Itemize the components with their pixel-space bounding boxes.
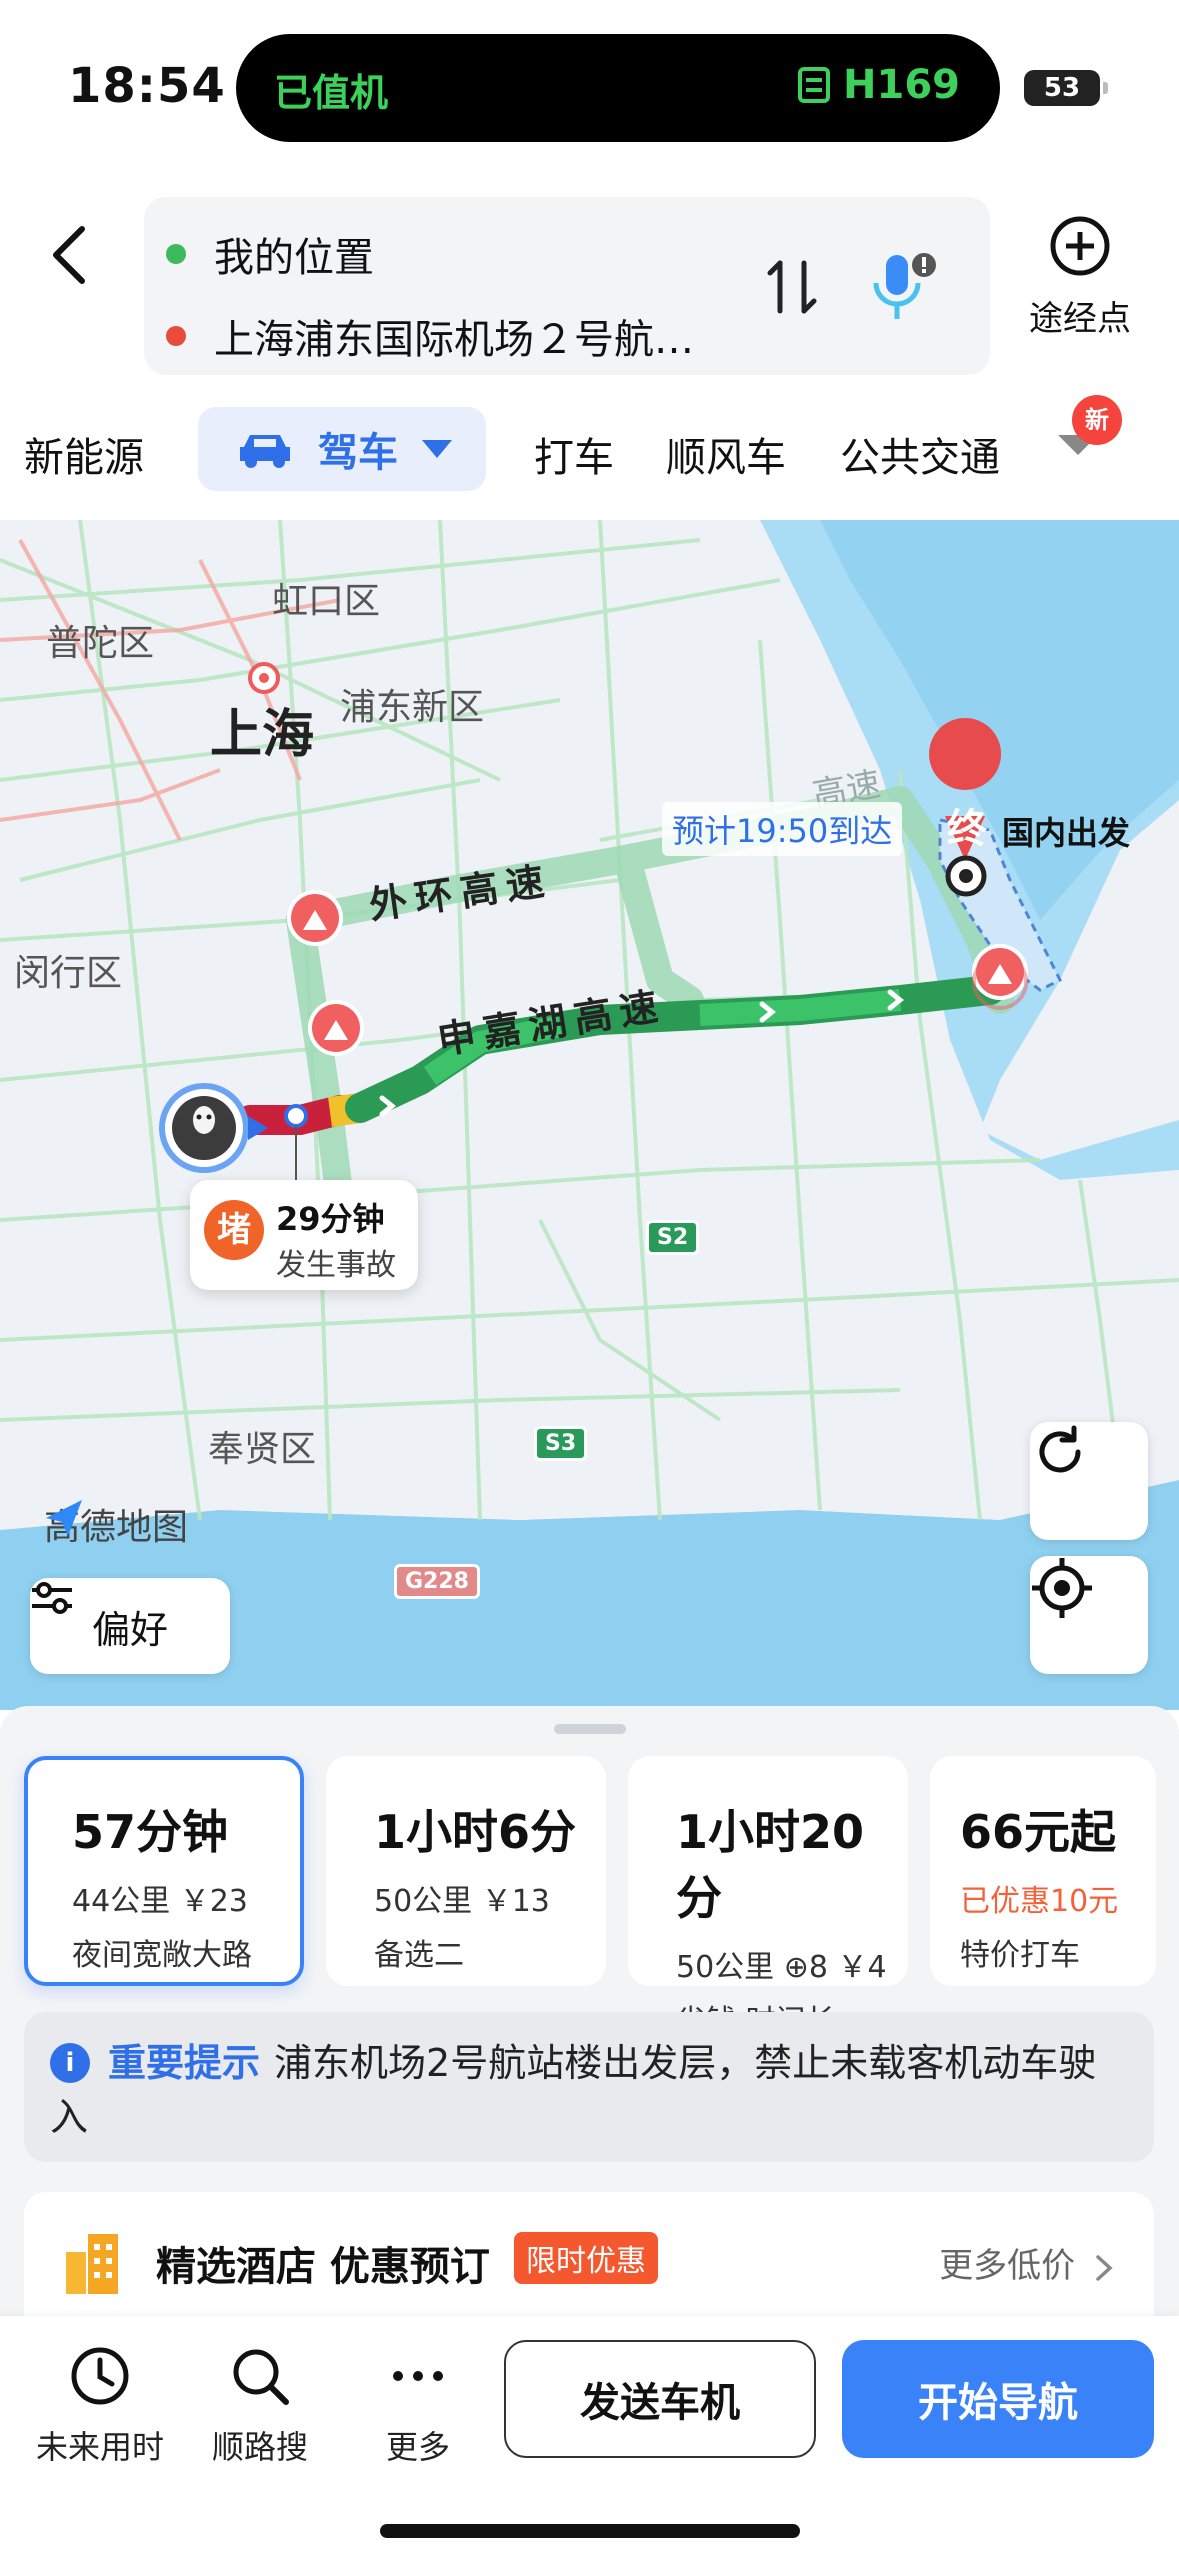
taxi-price: 66元起 xyxy=(960,1805,1117,1859)
district-putuo: 普陀区 xyxy=(46,623,155,664)
district-fengxian: 奉贤区 xyxy=(208,1429,317,1470)
tab-driving[interactable]: 驾车 xyxy=(198,407,486,491)
taxi-tag: 特价打车 xyxy=(960,1938,1080,1973)
district-pudong: 浦东新区 xyxy=(340,687,485,728)
eta-callout: 预计19:50到达 xyxy=(662,802,903,856)
amap-logo: 高德地图 xyxy=(44,1498,188,1550)
destination-marker-text: 终 xyxy=(947,806,987,852)
hotel-more-label: 更多低价 xyxy=(939,2246,1076,2286)
route-1-distance-cost: 44公里 ￥23 xyxy=(72,1884,248,1919)
chevron-down-icon xyxy=(422,440,452,458)
locate-button[interactable] xyxy=(1030,1556,1148,1674)
plus-circle-icon xyxy=(1050,216,1110,276)
preference-button[interactable]: 偏好 xyxy=(30,1578,230,1674)
tab-carpool[interactable]: 顺风车 xyxy=(666,425,786,483)
origin-row[interactable]: 我的位置 xyxy=(166,225,374,283)
future-time-button[interactable]: 未来用时 xyxy=(30,2344,170,2468)
refresh-button[interactable] xyxy=(1030,1422,1148,1540)
preference-label: 偏好 xyxy=(91,1607,168,1652)
taxi-option[interactable]: 66元起 已优惠10元 特价打车 xyxy=(930,1756,1156,1986)
status-bar: 18:54 已值机 H169 53 xyxy=(0,0,1179,175)
future-time-label: 未来用时 xyxy=(35,2428,164,2466)
route-2-distance-cost: 50公里 ￥13 xyxy=(374,1884,550,1919)
clock-icon xyxy=(71,2347,129,2405)
city-shanghai: 上海 xyxy=(210,705,315,765)
highway-shield-s3: S3 xyxy=(534,1426,588,1461)
hotel-building-icon xyxy=(66,2234,118,2294)
status-time: 18:54 xyxy=(68,58,226,114)
along-route-search-label: 顺路搜 xyxy=(211,2428,308,2466)
route-3-distance-cost: 50公里 ⊕8 ￥4 xyxy=(676,1950,887,1985)
car-icon xyxy=(240,435,290,468)
route-option-2[interactable]: 1小时6分 50公里 ￥13 备选二 xyxy=(326,1756,606,1986)
jam-badge: 堵 xyxy=(204,1200,264,1260)
district-hongkou: 虹口区 xyxy=(272,581,381,622)
info-icon: i xyxy=(50,2042,90,2083)
dynamic-island[interactable]: 已值机 H169 xyxy=(236,34,1000,142)
route-option-1[interactable]: 57分钟 44公里 ￥23 夜间宽敞大路 xyxy=(24,1756,304,1986)
more-dots-icon xyxy=(393,2371,443,2381)
start-navigation-button[interactable]: 开始导航 xyxy=(842,2340,1154,2458)
route-1-tag: 夜间宽敞大路 xyxy=(72,1938,252,1973)
notice-title: 重要提示 xyxy=(108,2041,261,2085)
locate-icon xyxy=(1032,1558,1092,1618)
waypoint-label: 途经点 xyxy=(1029,299,1131,339)
highway-shield-s2: S2 xyxy=(646,1220,700,1255)
traffic-incident-card[interactable]: 堵 29分钟 发生事故 xyxy=(190,1180,418,1290)
route-input-box: 我的位置 上海浦东国际机场２号航… xyxy=(144,197,990,375)
voice-mic-icon[interactable] xyxy=(870,249,940,325)
tab-new-energy[interactable]: 新能源 xyxy=(24,425,144,483)
route-3-duration: 1小时20分 xyxy=(676,1805,865,1925)
important-notice[interactable]: i 重要提示 浦东机场2号航站楼出发层，禁止未载客机动车驶入 xyxy=(24,2012,1154,2162)
search-icon xyxy=(233,2349,289,2405)
back-icon[interactable] xyxy=(40,215,100,295)
highway-shield-g228: G228 xyxy=(394,1564,480,1599)
route-2-duration: 1小时6分 xyxy=(374,1805,577,1859)
refresh-icon xyxy=(1039,1425,1081,1473)
origin-text: 我的位置 xyxy=(214,235,374,281)
route-header: 我的位置 上海浦东国际机场２号航… 途经点 xyxy=(0,175,1179,385)
destination-text: 上海浦东国际机场２号航… xyxy=(214,317,694,363)
district-minhang: 闵行区 xyxy=(14,953,123,994)
amap-logo-icon xyxy=(46,1500,82,1536)
add-waypoint-button[interactable]: 途经点 xyxy=(1020,215,1140,340)
tab-public-transit[interactable]: 公共交通 xyxy=(840,425,1008,483)
tab-driving-label: 驾车 xyxy=(318,430,398,476)
swap-icon[interactable] xyxy=(764,255,820,319)
chevron-right-icon xyxy=(1096,2254,1113,2281)
along-route-search-button[interactable]: 顺路搜 xyxy=(190,2344,330,2468)
tab-taxi[interactable]: 打车 xyxy=(534,425,614,483)
home-indicator xyxy=(380,2524,800,2538)
destination-map-label: 国内出发 xyxy=(1002,814,1131,852)
route-sheet: 57分钟 44公里 ￥23 夜间宽敞大路 1小时6分 50公里 ￥13 备选二 … xyxy=(0,1706,1179,2332)
route-option-3[interactable]: 1小时20分 50公里 ⊕8 ￥4 省钱·时间长 xyxy=(628,1756,908,2039)
island-flight-number: H169 xyxy=(843,62,960,108)
new-badge: 新 xyxy=(1072,395,1122,445)
sheet-handle[interactable] xyxy=(554,1724,626,1734)
hotel-title: 精选酒店 优惠预订 xyxy=(156,2244,490,2290)
jam-description: 发生事故 xyxy=(276,1248,396,1283)
destination-dot xyxy=(166,326,186,346)
destination-row[interactable]: 上海浦东国际机场２号航… xyxy=(166,307,694,365)
battery-indicator: 53 xyxy=(1024,70,1108,106)
hotel-promo[interactable]: 精选酒店 优惠预订 限时优惠 更多低价 xyxy=(24,2192,1154,2332)
boarding-icon xyxy=(798,67,831,103)
sliders-icon xyxy=(32,1582,72,1614)
map-view[interactable]: 虹口区 普陀区 上海 浦东新区 闵行区 奉贤区 外环高速 申嘉湖高速 高速 预计… xyxy=(0,520,1179,1710)
route-2-tag: 备选二 xyxy=(374,1938,464,1973)
route-1-duration: 57分钟 xyxy=(72,1805,229,1859)
island-flight: H169 xyxy=(797,62,960,108)
more-label: 更多 xyxy=(385,2428,450,2466)
hotel-more-link[interactable]: 更多低价 xyxy=(939,2238,1114,2287)
jam-delay: 29分钟 xyxy=(276,1200,385,1238)
bottom-action-bar: 未来用时 顺路搜 更多 发送车机 开始导航 xyxy=(0,2316,1179,2556)
send-to-car-button[interactable]: 发送车机 xyxy=(504,2340,816,2458)
taxi-discount: 已优惠10元 xyxy=(960,1884,1119,1919)
hotel-promo-tag: 限时优惠 xyxy=(514,2232,658,2284)
transport-mode-tabs: 新能源 驾车 打车 顺风车 公共交通 新 xyxy=(0,395,1179,505)
island-checkin-status: 已值机 xyxy=(274,71,389,115)
more-button[interactable]: 更多 xyxy=(348,2344,488,2468)
origin-dot xyxy=(166,244,186,264)
